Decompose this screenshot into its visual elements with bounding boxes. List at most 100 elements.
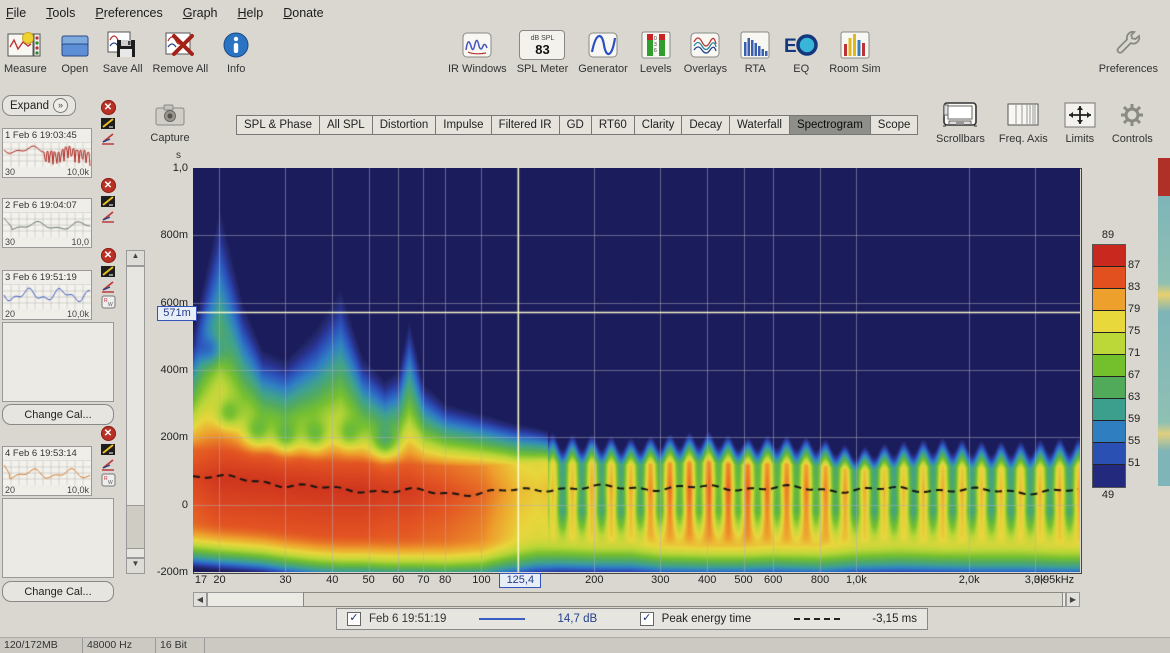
remove-all-button[interactable]: Remove All bbox=[153, 28, 209, 75]
colorbar-min-label: 49 bbox=[1092, 489, 1124, 501]
measurement-card-3[interactable]: 3 Feb 6 19:51:192010,0k ✕ RW bbox=[2, 248, 122, 320]
save-measurement-icon[interactable]: RW bbox=[101, 473, 116, 486]
info-button[interactable]: Info bbox=[218, 28, 254, 75]
hscroll-thumb[interactable] bbox=[303, 592, 1063, 607]
trace-name: Feb 6 19:51:19 bbox=[369, 613, 446, 625]
measurement-range: 3010,0 bbox=[3, 237, 91, 247]
freq-tick-40: 40 bbox=[326, 574, 338, 586]
measurement-thumbnail[interactable]: 1 Feb 6 19:03:453010,0k bbox=[2, 128, 92, 178]
freq-axis-label: Freq. Axis bbox=[999, 133, 1048, 145]
tab-waterfall[interactable]: Waterfall bbox=[729, 115, 790, 135]
overlays-button[interactable]: Overlays bbox=[684, 28, 727, 75]
freq-tick-600: 600 bbox=[764, 574, 782, 586]
colorbar-label-83: 83 bbox=[1128, 281, 1140, 293]
eq-button[interactable]: EEQ bbox=[783, 28, 819, 75]
menu-file[interactable]: File bbox=[6, 6, 26, 20]
spectrogram-plot[interactable] bbox=[193, 168, 1080, 572]
edit-trace-icon[interactable] bbox=[101, 280, 116, 293]
measurement-thumbnail[interactable]: 4 Feb 6 19:53:142010,0k bbox=[2, 446, 92, 496]
menu-donate[interactable]: Donate bbox=[283, 6, 323, 20]
trace-settings-icon[interactable] bbox=[101, 443, 116, 456]
tab-clarity[interactable]: Clarity bbox=[634, 115, 683, 135]
peak-energy-checkbox[interactable]: ✓ bbox=[640, 612, 654, 626]
overlays-icon bbox=[688, 28, 722, 62]
tab-rt60[interactable]: RT60 bbox=[591, 115, 635, 135]
ir-windows-button[interactable]: IR Windows bbox=[448, 28, 507, 75]
spl-meter-button[interactable]: dB SPL83SPL Meter bbox=[517, 28, 569, 75]
tab-spl-phase[interactable]: SPL & Phase bbox=[236, 115, 320, 135]
measurement-card-4[interactable]: 4 Feb 6 19:53:142010,0k ✕ RW bbox=[2, 426, 122, 496]
trace-settings-icon[interactable] bbox=[101, 195, 116, 208]
sample-rate: 48000 Hz bbox=[83, 638, 156, 653]
measure-button[interactable]: Measure bbox=[4, 28, 47, 75]
remove-measurement-button[interactable]: ✕ bbox=[101, 426, 116, 441]
tab-decay[interactable]: Decay bbox=[681, 115, 730, 135]
trace-settings-icon[interactable] bbox=[101, 265, 116, 278]
room-sim-button[interactable]: Room Sim bbox=[829, 28, 880, 75]
change-cal-button[interactable]: Change Cal... bbox=[2, 581, 114, 602]
generator-button[interactable]: Generator bbox=[578, 28, 628, 75]
hscroll-left-button[interactable]: ◀ bbox=[193, 592, 207, 607]
tab-scope[interactable]: Scope bbox=[870, 115, 919, 135]
freq-tick-80: 80 bbox=[439, 574, 451, 586]
edit-trace-icon[interactable] bbox=[101, 132, 116, 145]
range-end: 10,0 bbox=[71, 237, 89, 247]
freq-tick-3,95kHz: 3,95kHz bbox=[1034, 574, 1074, 586]
sidebar-scrollbar-thumb[interactable] bbox=[126, 505, 145, 549]
colorbar-band bbox=[1093, 333, 1125, 355]
graph-button-controls[interactable]: Controls bbox=[1112, 98, 1153, 145]
tab-filtered-ir[interactable]: Filtered IR bbox=[491, 115, 560, 135]
change-cal-button[interactable]: Change Cal... bbox=[2, 404, 114, 425]
menu-graph[interactable]: Graph bbox=[183, 6, 218, 20]
open-icon bbox=[58, 28, 92, 62]
trace-visibility-checkbox[interactable]: ✓ bbox=[347, 612, 361, 626]
graph-button-freq-axis[interactable]: Freq. Axis bbox=[999, 98, 1048, 145]
preferences-button[interactable]: Preferences bbox=[1099, 28, 1158, 75]
levels-button[interactable]: 036Levels bbox=[638, 28, 674, 75]
save-all-button[interactable]: Save All bbox=[103, 28, 143, 75]
measurement-actions: ✕ RW bbox=[96, 248, 120, 308]
remove-all-icon bbox=[162, 28, 198, 62]
measurement-sparkline bbox=[3, 285, 91, 309]
tab-gd[interactable]: GD bbox=[559, 115, 592, 135]
tab-spectrogram[interactable]: Spectrogram bbox=[789, 115, 871, 135]
remove-measurement-button[interactable]: ✕ bbox=[101, 100, 116, 115]
open-button[interactable]: Open bbox=[57, 28, 93, 75]
trace-settings-icon[interactable] bbox=[101, 117, 116, 130]
measurement-thumbnail[interactable]: 2 Feb 6 19:04:073010,0 bbox=[2, 198, 92, 248]
graph-button-scrollbars[interactable]: Scrollbars bbox=[936, 98, 985, 145]
screen-edge-artifact bbox=[1158, 158, 1170, 196]
tab-distortion[interactable]: Distortion bbox=[372, 115, 437, 135]
measurement-card-1[interactable]: 1 Feb 6 19:03:453010,0k ✕ bbox=[2, 100, 122, 178]
hscroll-right-button[interactable]: ▶ bbox=[1066, 592, 1080, 607]
menu-tools[interactable]: Tools bbox=[46, 6, 75, 20]
menu-preferences[interactable]: Preferences bbox=[95, 6, 162, 20]
generator-icon bbox=[586, 28, 620, 62]
measure-label: Measure bbox=[4, 63, 47, 75]
measurement-actions: ✕ bbox=[96, 178, 120, 223]
capture-button[interactable]: Capture bbox=[148, 104, 192, 144]
graph-button-limits[interactable]: Limits bbox=[1062, 98, 1098, 145]
spl-meter-value: 83 bbox=[535, 43, 549, 56]
measurement-title: 1 Feb 6 19:03:45 bbox=[3, 129, 91, 143]
tab-all-spl[interactable]: All SPL bbox=[319, 115, 373, 135]
save-measurement-icon[interactable]: RW bbox=[101, 295, 116, 308]
remove-measurement-button[interactable]: ✕ bbox=[101, 178, 116, 193]
trace-value: 14,7 dB bbox=[558, 613, 598, 625]
generator-label: Generator bbox=[578, 63, 628, 75]
edit-trace-icon[interactable] bbox=[101, 458, 116, 471]
measurement-card-2[interactable]: 2 Feb 6 19:04:073010,0 ✕ bbox=[2, 178, 122, 248]
tab-impulse[interactable]: Impulse bbox=[435, 115, 491, 135]
colorbar-label-71: 71 bbox=[1128, 347, 1140, 359]
menu-help[interactable]: Help bbox=[238, 6, 264, 20]
menu-bar: File Tools Preferences Graph Help Donate bbox=[0, 0, 1170, 26]
rta-button[interactable]: RTA bbox=[737, 28, 773, 75]
edit-trace-icon[interactable] bbox=[101, 210, 116, 223]
range-start: 20 bbox=[5, 485, 15, 495]
sidebar-scroll-up-button[interactable]: ▲ bbox=[126, 250, 145, 266]
colorbar-band bbox=[1093, 399, 1125, 421]
measurement-thumbnail[interactable]: 3 Feb 6 19:51:192010,0k bbox=[2, 270, 92, 320]
freq-tick-2,0k: 2,0k bbox=[959, 574, 980, 586]
remove-measurement-button[interactable]: ✕ bbox=[101, 248, 116, 263]
room-sim-icon bbox=[838, 28, 872, 62]
